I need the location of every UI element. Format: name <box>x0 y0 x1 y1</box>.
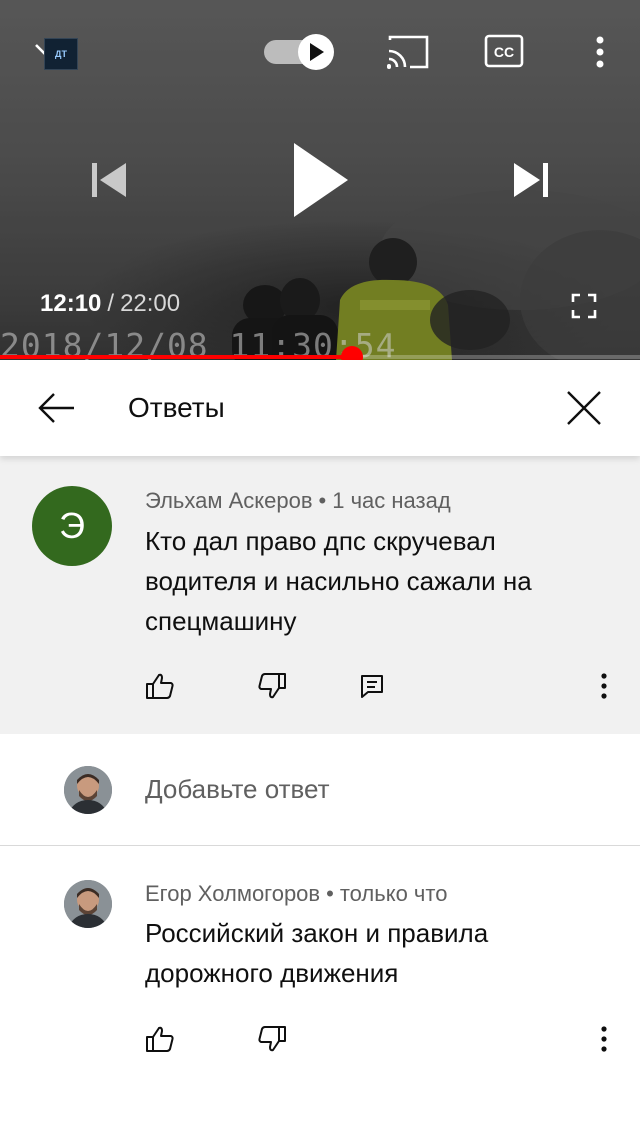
video-player[interactable]: ДТ CC 12:10 / 22:00 2018/12/08 11:30:54 <box>0 0 640 360</box>
comment-line: водителя и насильно сажали на <box>145 566 532 596</box>
skip-next-icon[interactable] <box>510 158 554 202</box>
thumb-up-icon[interactable] <box>140 1019 180 1059</box>
comment-line: спецмашину <box>145 606 297 636</box>
avatar[interactable] <box>64 880 112 928</box>
comment-line: Российский закон и правила <box>145 918 489 948</box>
cast-icon[interactable] <box>386 34 430 70</box>
play-icon[interactable] <box>282 138 354 222</box>
comment-author[interactable]: Егор Холмогоров <box>145 881 320 906</box>
cc-label: CC <box>494 44 514 60</box>
comment-text: Кто дал право дпс скручевал водителя и н… <box>145 521 605 641</box>
reply-icon[interactable] <box>352 666 392 706</box>
fullscreen-icon[interactable] <box>568 290 600 322</box>
thumb-down-icon[interactable] <box>252 666 292 706</box>
comment-time: только что <box>339 881 448 906</box>
comment-text: Российский закон и правила дорожного дви… <box>145 913 605 993</box>
cc-icon[interactable]: CC <box>484 34 524 68</box>
progress-bar[interactable] <box>0 355 640 359</box>
reply-comment: Егор Холмогоров • только что Российский за… <box>0 847 640 1136</box>
comment-author[interactable]: Эльхам Аскеров <box>145 488 313 513</box>
add-reply-row[interactable]: Добавьте ответ <box>0 734 640 846</box>
thumb-up-icon[interactable] <box>140 666 180 706</box>
comment-time: 1 час назад <box>332 488 451 513</box>
autoplay-toggle-icon[interactable] <box>262 32 338 72</box>
avatar <box>64 766 112 814</box>
time-separator: / <box>107 290 115 317</box>
parent-comment: Э Эльхам Аскеров • 1 час назад Кто дал пра… <box>0 456 640 734</box>
replies-header: Ответы <box>0 360 640 456</box>
close-icon[interactable] <box>560 384 608 432</box>
skip-previous-icon[interactable] <box>86 158 130 202</box>
more-vert-icon[interactable] <box>584 666 624 706</box>
time-display: 12:10 / 22:00 <box>40 288 180 320</box>
meta-dot: • <box>326 881 334 906</box>
replies-title: Ответы <box>128 392 225 423</box>
total-time: 22:00 <box>120 290 181 317</box>
avatar[interactable]: Э <box>32 486 112 566</box>
meta-dot: • <box>318 488 327 513</box>
thumb-down-icon[interactable] <box>252 1019 292 1059</box>
reply-input[interactable]: Добавьте ответ <box>145 772 330 806</box>
comment-line: Кто дал право дпс скручевал <box>145 526 496 556</box>
more-vert-icon[interactable] <box>584 1019 624 1059</box>
comment-line: дорожного движения <box>145 958 399 988</box>
progress-played <box>0 355 352 359</box>
comment-meta: Егор Холмогоров • только что <box>145 881 447 907</box>
arrow-back-icon[interactable] <box>28 384 84 432</box>
current-time: 12:10 <box>40 290 102 317</box>
more-vert-icon[interactable] <box>588 34 612 70</box>
comment-meta: Эльхам Аскеров • 1 час назад <box>145 488 451 514</box>
channel-logo: ДТ <box>44 38 78 70</box>
